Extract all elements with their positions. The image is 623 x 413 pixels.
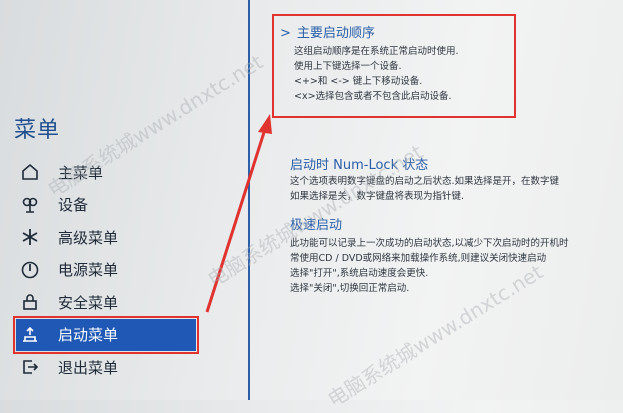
menu-item-exit[interactable]: 退出菜单 xyxy=(18,351,208,384)
chevron-right-icon: > xyxy=(280,26,291,41)
menu-item-advanced[interactable]: 高级菜单 xyxy=(18,221,208,254)
menu-item-label: 电源菜单 xyxy=(58,261,119,280)
menu-item-security[interactable]: 安全菜单 xyxy=(18,286,208,319)
sidebar: 菜单 主菜单 设备 高级菜单 电源菜单 安全菜单 启动菜单 退出菜单 xyxy=(0,0,248,400)
menu-item-label: 启动菜单 xyxy=(58,326,119,345)
home-icon xyxy=(18,160,42,184)
menu-title: 菜单 xyxy=(14,118,61,143)
lock-icon xyxy=(18,290,42,314)
exit-icon xyxy=(18,355,42,379)
menu-item-boot[interactable]: 启动菜单 xyxy=(13,315,199,354)
boot-order-description: 这组启动顺序是在系统正常启动时使用. 使用上下键选择一个设备. <+>和 <->… xyxy=(294,46,459,102)
menu-item-devices[interactable]: 设备 xyxy=(18,189,208,222)
devices-icon xyxy=(18,193,42,217)
menu-list: 主菜单 设备 高级菜单 电源菜单 安全菜单 启动菜单 退出菜单 xyxy=(13,156,208,384)
boot-order-title[interactable]: > 主要启动顺序 xyxy=(280,22,375,41)
menu-item-power[interactable]: 电源菜单 xyxy=(18,254,208,287)
power-icon xyxy=(18,258,42,282)
menu-item-label: 高级菜单 xyxy=(58,228,119,247)
asterisk-icon xyxy=(18,225,42,249)
menu-item-label: 退出菜单 xyxy=(58,358,119,377)
menu-item-label: 安全菜单 xyxy=(58,293,119,312)
boot-icon xyxy=(18,323,42,347)
